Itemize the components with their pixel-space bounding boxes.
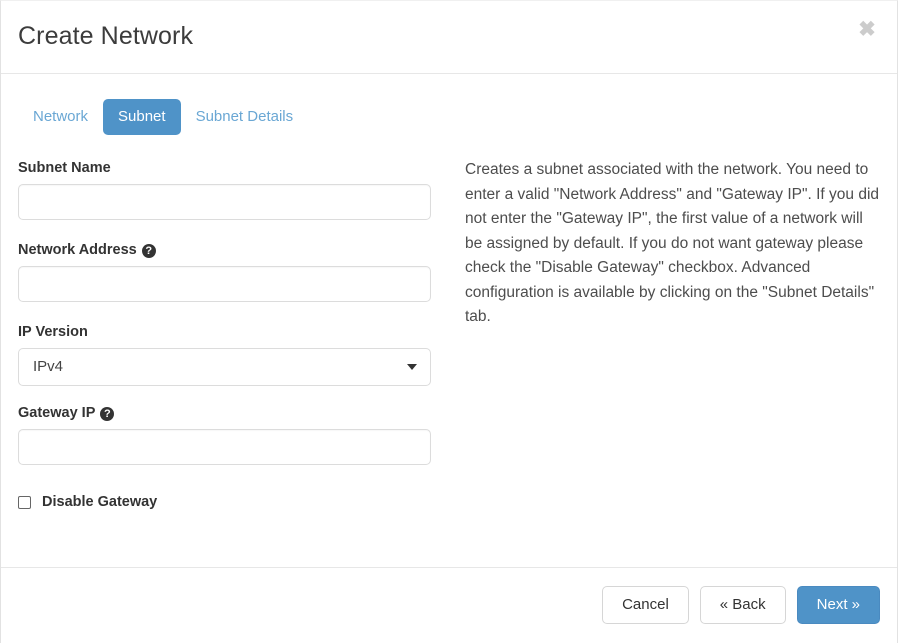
field-subnet-name: Subnet Name [18,159,431,220]
tab-subnet-details[interactable]: Subnet Details [181,99,309,135]
gateway-ip-label: Gateway IP ? [18,404,431,422]
cancel-button[interactable]: Cancel [602,586,689,624]
network-address-input[interactable] [18,266,431,302]
field-network-address: Network Address ? [18,241,431,302]
next-button[interactable]: Next » [796,586,880,624]
help-circle-icon-gateway-ip[interactable]: ? [100,407,115,421]
footer-actions: Cancel « Back Next » [602,586,880,624]
dialog-header: Create Network ✖ [1,1,897,74]
dialog-body: Network Subnet Subnet Details Subnet Nam… [1,74,897,568]
ip-version-select-wrapper: IPv4 [18,348,431,386]
help-description: Creates a subnet associated with the net… [465,161,880,325]
disable-gateway-checkbox[interactable] [18,495,31,509]
help-circle-icon-network-address[interactable]: ? [141,244,156,258]
network-address-label-text: Network Address [18,242,137,258]
gateway-ip-input[interactable] [18,429,431,465]
subnet-name-label: Subnet Name [18,159,431,177]
field-disable-gateway: Disable Gateway [18,494,431,510]
subnet-name-input[interactable] [18,184,431,220]
subnet-form: Subnet Name Network Address ? IP Version… [18,159,431,510]
dialog-title: Create Network [18,22,194,50]
wizard-tabs: Network Subnet Subnet Details [18,99,308,135]
ip-version-label-text: IP Version [18,324,88,340]
dialog-footer: Cancel « Back Next » [1,568,897,642]
back-button[interactable]: « Back [699,586,786,624]
subnet-name-label-text: Subnet Name [18,160,111,176]
network-address-label: Network Address ? [18,241,431,259]
tab-network[interactable]: Network [18,99,103,135]
gateway-ip-label-text: Gateway IP [18,405,96,421]
close-icon[interactable]: ✖ [854,17,880,43]
field-gateway-ip: Gateway IP ? [18,404,431,465]
create-network-dialog: Create Network ✖ Network Subnet Subnet D… [0,0,898,643]
tab-subnet[interactable]: Subnet [103,99,181,135]
ip-version-select[interactable]: IPv4 [18,348,431,386]
field-ip-version: IP Version IPv4 [18,323,431,386]
disable-gateway-label[interactable]: Disable Gateway [42,494,157,510]
ip-version-label: IP Version [18,323,431,341]
